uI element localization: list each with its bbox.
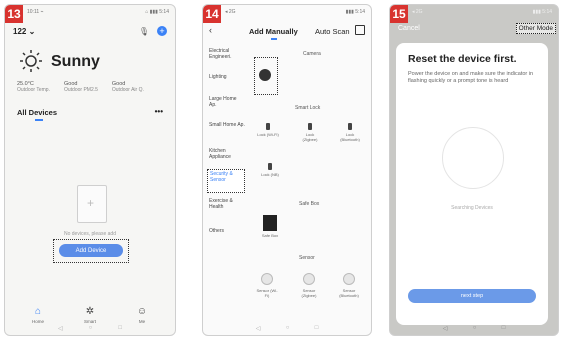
category-large-home[interactable]: Large Home Ap. (209, 96, 245, 108)
system-nav-bar: ◁ ○ □ (203, 325, 371, 332)
camera-highlight-box[interactable] (254, 57, 278, 95)
back-triangle-icon[interactable]: ◁ (443, 325, 448, 332)
phone-screen-home: 13 10:11 ⌁ ⌂ ▮▮▮ 5:14 122 ⌄ 🎙 + Sunny 25… (4, 4, 176, 336)
safe-box-icon[interactable] (263, 215, 277, 231)
status-bar-right: ▮▮▮ 5:14 (345, 9, 365, 15)
sensor-icon (303, 273, 315, 285)
phone-screen-add-device: 14 ◂ 2G ▮▮▮ 5:14 ‹ Add Manually Auto Sca… (202, 4, 372, 336)
lock-icon (268, 163, 272, 170)
status-bar-right: ▮▮▮ 5:14 (532, 9, 552, 15)
me-icon: ☺ (136, 306, 148, 317)
tab-add-manually[interactable]: Add Manually (249, 27, 298, 36)
section-smart-lock: Smart Lock (295, 105, 321, 111)
lock-icon (308, 123, 312, 130)
home-header: 122 ⌄ 🎙 + (13, 25, 167, 39)
add-device-button[interactable]: Add Device (59, 244, 123, 257)
category-small-home[interactable]: Small Home Ap. (209, 122, 245, 129)
tab-underline (35, 119, 43, 121)
section-safe-box: Safe Box (299, 201, 320, 207)
device-lock-wifi[interactable]: Lock (Wi-Fi) (257, 123, 279, 137)
highlight-box: Add Device (53, 239, 129, 263)
other-mode-button[interactable]: Other Mode (515, 23, 556, 34)
back-triangle-icon[interactable]: ◁ (58, 325, 63, 332)
add-plus-icon[interactable]: + (157, 26, 167, 36)
recent-square-icon[interactable]: □ (502, 325, 506, 332)
category-others[interactable]: Others (209, 228, 245, 235)
searching-ring-icon (442, 127, 504, 189)
smart-icon: ✲ (85, 306, 95, 317)
weather-stats: 25.0°C Outdoor Temp. Good Outdoor PM2.5 Go… (17, 81, 144, 93)
lock-icon (348, 123, 352, 130)
tab-underline (271, 38, 277, 40)
tab-auto-scan[interactable]: Auto Scan (315, 27, 350, 36)
status-bar-left: ◂ 2G (225, 9, 236, 15)
nav-home[interactable]: ⌂ Home (23, 301, 53, 324)
back-triangle-icon[interactable]: ◁ (256, 325, 261, 332)
status-bar-left: ◂ 2G (412, 9, 423, 15)
home-circle-icon[interactable]: ○ (286, 325, 290, 332)
nav-me[interactable]: ☺ Me (127, 301, 157, 324)
next-step-button[interactable]: next step (408, 289, 536, 303)
device-lock-bluetooth[interactable]: Lock (Bluetooth) (339, 123, 361, 142)
category-electrical[interactable]: Electrical Engineeri. (209, 48, 245, 60)
searching-text: Searching Devices (451, 205, 493, 211)
lock-icon (266, 123, 270, 130)
phone-screen-reset-device: 15 ◂ 2G ▮▮▮ 5:14 Cancel Other Mode Reset… (389, 4, 559, 336)
status-bar-left: 10:11 ⌁ (27, 9, 44, 15)
device-sensor-wifi[interactable]: Sensor (Wi-Fi) (255, 273, 279, 298)
section-sensor: Sensor (299, 255, 315, 261)
category-lighting[interactable]: Lighting (209, 74, 245, 81)
stat-air: Good Outdoor Air Q. (111, 81, 144, 93)
device-lock-nb[interactable]: Lock (NB) (259, 163, 281, 177)
category-security-selected[interactable]: Security & Sensor (207, 169, 245, 193)
category-kitchen[interactable]: Kitchen Appliance (209, 148, 245, 160)
microphone-icon[interactable]: 🎙 (139, 27, 149, 36)
reset-title: Reset the device first. (408, 53, 517, 65)
step-number: 14 (203, 5, 221, 23)
sun-icon (20, 50, 42, 72)
step-number: 15 (390, 5, 408, 23)
bottom-nav: ⌂ Home ✲ Smart ☺ Me (5, 301, 175, 324)
tab-all-devices[interactable]: All Devices (17, 108, 57, 117)
device-lock-zigbee[interactable]: Lock (Zigbee) (299, 123, 321, 142)
system-nav-bar: ◁ ○ □ (390, 325, 558, 332)
empty-document-icon (77, 185, 107, 223)
stat-temp: 25.0°C Outdoor Temp. (17, 81, 50, 93)
recent-square-icon[interactable]: □ (315, 325, 319, 332)
sensor-icon (261, 273, 273, 285)
device-safe-box-label: Safe Box (261, 233, 279, 238)
device-sensor-bluetooth[interactable]: Sensor (Bluetooth) (337, 273, 361, 298)
back-arrow-icon[interactable]: ‹ (209, 25, 212, 35)
sensor-icon (343, 273, 355, 285)
reset-description: Power the device on and make sure the in… (408, 71, 534, 84)
category-exercise[interactable]: Exercise & Health (209, 198, 245, 210)
recent-square-icon[interactable]: □ (118, 325, 122, 332)
home-circle-icon[interactable]: ○ (473, 325, 477, 332)
weather-label: Sunny (51, 53, 100, 70)
home-circle-icon[interactable]: ○ (89, 325, 93, 332)
section-camera: Camera (303, 51, 321, 57)
camera-icon (259, 69, 271, 81)
add-device-header: ‹ Add Manually Auto Scan (209, 25, 365, 40)
system-nav-bar: ◁ ○ □ (5, 325, 175, 332)
nav-smart[interactable]: ✲ Smart (75, 301, 105, 324)
reset-card: Reset the device first. Power the device… (396, 43, 548, 325)
empty-state-text: No devices, please add (64, 231, 116, 237)
step-number: 13 (5, 5, 23, 23)
more-menu-icon[interactable]: ••• (155, 107, 163, 116)
status-bar-right: ⌂ ▮▮▮ 5:14 (145, 9, 169, 15)
stat-pm25: Good Outdoor PM2.5 (63, 81, 98, 93)
scan-icon[interactable] (355, 25, 365, 35)
device-sensor-zigbee[interactable]: Sensor (Zigbee) (297, 273, 321, 298)
cancel-button[interactable]: Cancel (398, 25, 420, 32)
home-selector[interactable]: 122 ⌄ (13, 27, 35, 36)
home-icon: ⌂ (34, 306, 42, 317)
